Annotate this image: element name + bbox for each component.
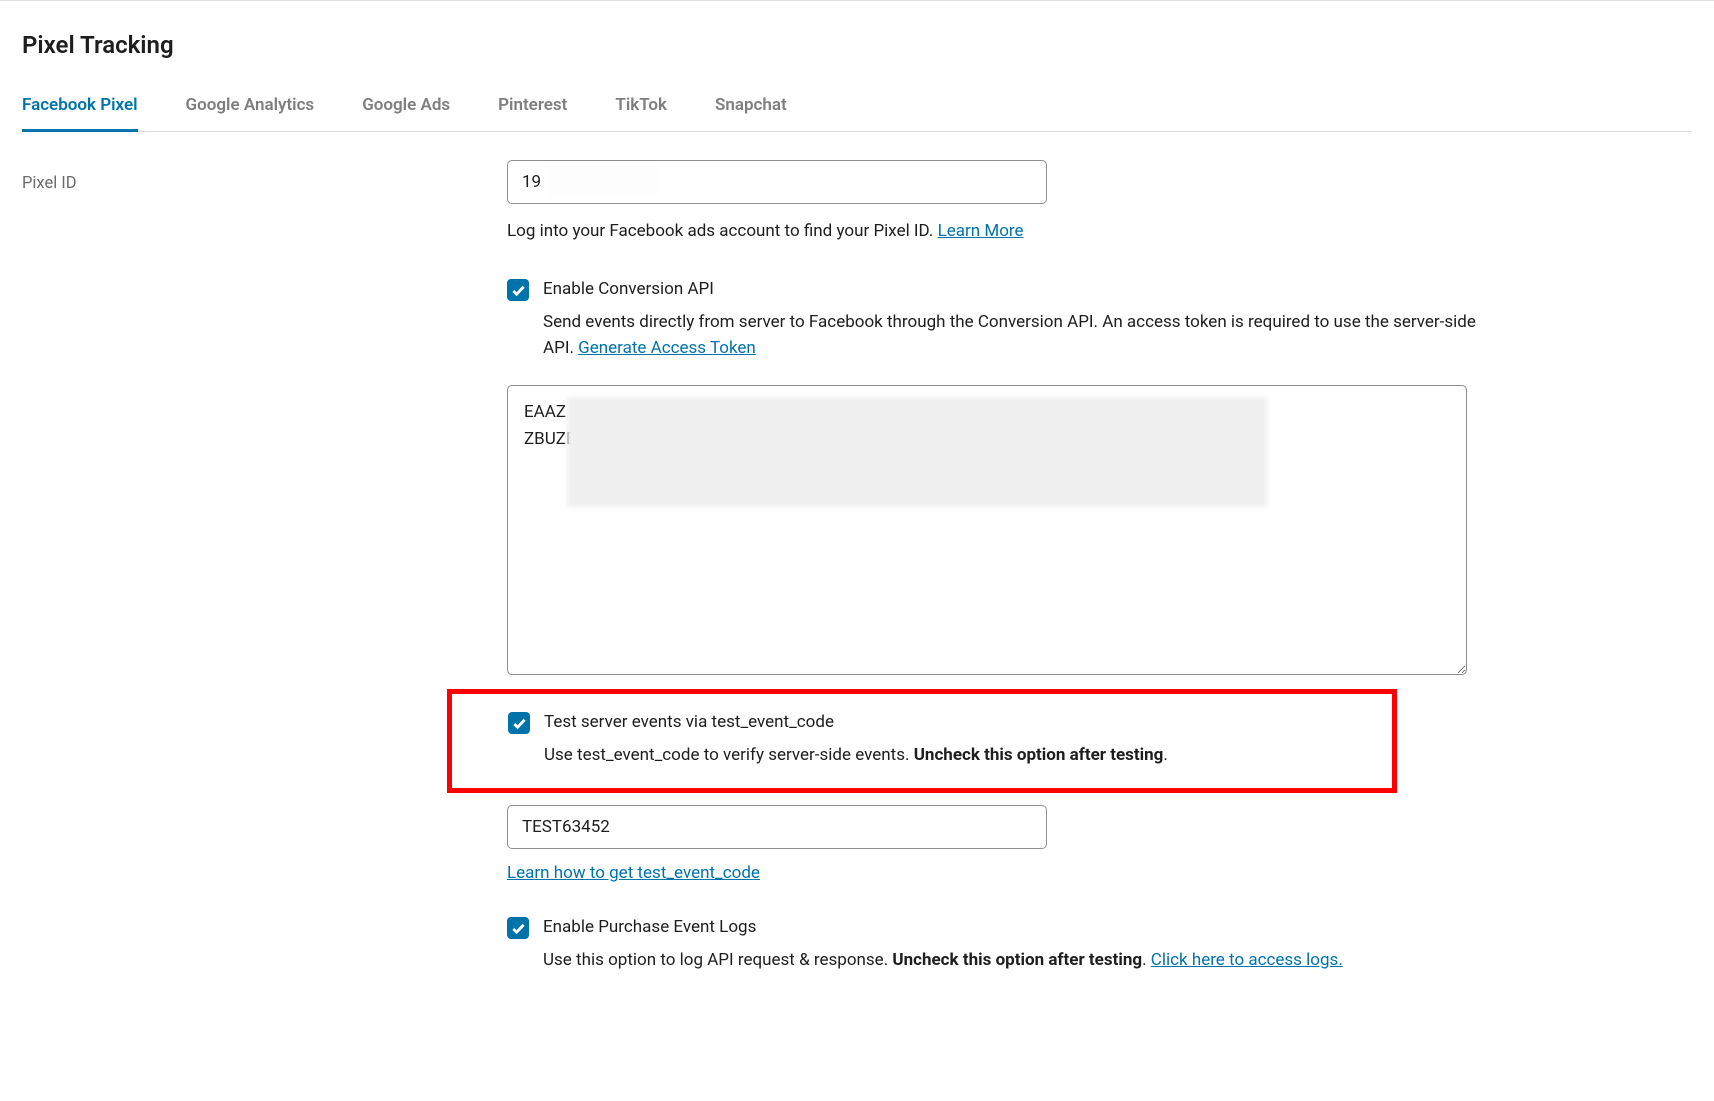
test-events-help-bold: Uncheck this option after testing: [914, 745, 1164, 765]
learn-more-link[interactable]: Learn More: [938, 221, 1024, 241]
pixel-id-label: Pixel ID: [22, 160, 507, 193]
conversion-api-label: Enable Conversion API: [543, 277, 1497, 303]
redacted-region: [547, 166, 657, 196]
pixel-id-help: Log into your Facebook ads account to fi…: [507, 218, 1497, 245]
test-events-checkbox[interactable]: [508, 712, 530, 734]
learn-test-code-link[interactable]: Learn how to get test_event_code: [507, 863, 760, 883]
pixel-id-help-text: Log into your Facebook ads account to fi…: [507, 221, 938, 241]
checkmark-icon: [511, 283, 526, 298]
test-event-code-input[interactable]: [507, 805, 1047, 849]
purchase-logs-label: Enable Purchase Event Logs: [543, 915, 1497, 941]
test-events-row: Test server events via test_event_code U…: [508, 710, 1388, 768]
redacted-region: [567, 397, 1267, 507]
test-events-label: Test server events via test_event_code: [544, 710, 1388, 736]
test-events-help-suffix: .: [1163, 745, 1167, 765]
tab-snapchat[interactable]: Snapchat: [715, 95, 787, 132]
conversion-api-help: Send events directly from server to Face…: [543, 309, 1497, 362]
highlight-box: Test server events via test_event_code U…: [447, 689, 1397, 793]
tab-google-analytics[interactable]: Google Analytics: [186, 95, 315, 132]
conversion-api-checkbox[interactable]: [507, 279, 529, 301]
generate-token-link[interactable]: Generate Access Token: [578, 338, 756, 358]
purchase-logs-help-suffix: .: [1142, 950, 1151, 970]
test-events-help: Use test_event_code to verify server-sid…: [544, 742, 1388, 768]
purchase-logs-help-prefix: Use this option to log API request & res…: [543, 950, 892, 970]
tab-pinterest[interactable]: Pinterest: [498, 95, 567, 132]
test-events-help-prefix: Use test_event_code to verify server-sid…: [544, 745, 914, 765]
tabs-bar: Facebook Pixel Google Analytics Google A…: [22, 95, 1692, 132]
purchase-logs-row: Enable Purchase Event Logs Use this opti…: [507, 915, 1497, 973]
tab-google-ads[interactable]: Google Ads: [362, 95, 450, 132]
access-logs-link[interactable]: Click here to access logs.: [1151, 950, 1343, 970]
tab-facebook-pixel[interactable]: Facebook Pixel: [22, 95, 138, 132]
page-title: Pixel Tracking: [22, 31, 1692, 59]
tab-tiktok[interactable]: TikTok: [615, 95, 667, 132]
checkmark-icon: [511, 921, 526, 936]
purchase-logs-help-bold: Uncheck this option after testing: [892, 950, 1142, 970]
conversion-api-row: Enable Conversion API Send events direct…: [507, 277, 1497, 361]
checkmark-icon: [512, 716, 527, 731]
purchase-logs-checkbox[interactable]: [507, 917, 529, 939]
form-row-pixel-id: Pixel ID Log into your Facebook ads acco…: [22, 160, 1692, 973]
purchase-logs-help: Use this option to log API request & res…: [543, 947, 1497, 973]
